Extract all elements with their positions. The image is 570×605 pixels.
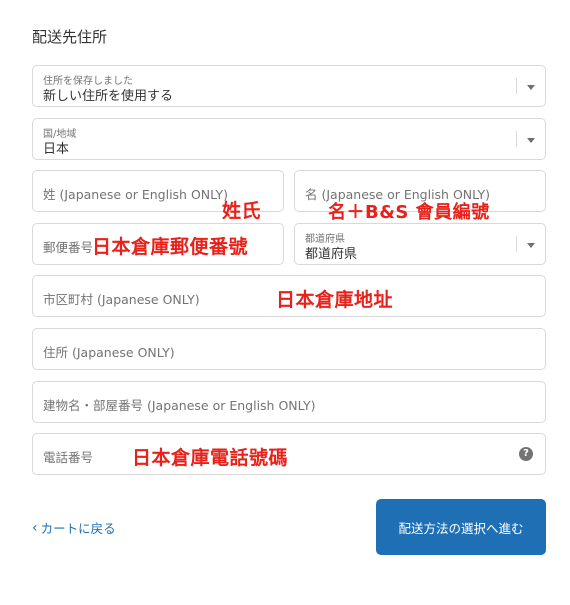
select-divider (516, 131, 517, 147)
continue-to-shipping-button[interactable]: 配送方法の選択へ進む (376, 499, 546, 555)
phone-input[interactable]: 電話番号 ? (32, 433, 546, 475)
phone-placeholder: 電話番号 (43, 450, 94, 465)
return-to-cart-link[interactable]: ‹ カートに戻る (32, 518, 116, 537)
prefecture-select[interactable]: 都道府県 都道府県 (294, 223, 546, 265)
address-placeholder: 住所 (Japanese ONLY) (43, 345, 175, 360)
city-placeholder: 市区町村 (Japanese ONLY) (43, 292, 200, 307)
country-value: 日本 (43, 142, 70, 157)
postal-code-annotation: 日本倉庫郵便番號 (92, 236, 249, 258)
page-title: 配送先住所 (32, 28, 108, 46)
continue-button-label: 配送方法の選択へ進む (398, 520, 524, 536)
saved-address-select[interactable]: 住所を保存しました 新しい住所を使用する (32, 65, 546, 107)
building-input[interactable]: 建物名・部屋番号 (Japanese or English ONLY) (32, 381, 546, 423)
last-name-annotation: 姓氏 (222, 200, 262, 222)
chevron-down-icon (527, 85, 535, 90)
return-to-cart-label: カートに戻る (40, 521, 116, 536)
city-annotation: 日本倉庫地址 (276, 289, 394, 311)
country-select[interactable]: 国/地域 日本 (32, 118, 546, 160)
phone-annotation: 日本倉庫電話號碼 (132, 447, 289, 469)
address-input[interactable]: 住所 (Japanese ONLY) (32, 328, 546, 370)
postal-code-placeholder: 郵便番号 (43, 240, 94, 255)
select-divider (516, 78, 517, 94)
chevron-down-icon (527, 243, 535, 248)
last-name-placeholder: 姓 (Japanese or English ONLY) (43, 187, 228, 202)
prefecture-value: 都道府県 (305, 247, 358, 262)
saved-address-value: 新しい住所を使用する (43, 89, 174, 104)
select-divider (516, 236, 517, 252)
first-name-annotation: 名＋B&S 會員編號 (328, 202, 490, 223)
building-placeholder: 建物名・部屋番号 (Japanese or English ONLY) (43, 398, 316, 413)
chevron-down-icon (527, 138, 535, 143)
chevron-left-icon: ‹ (32, 519, 38, 536)
question-circle-icon[interactable]: ? (519, 447, 533, 461)
